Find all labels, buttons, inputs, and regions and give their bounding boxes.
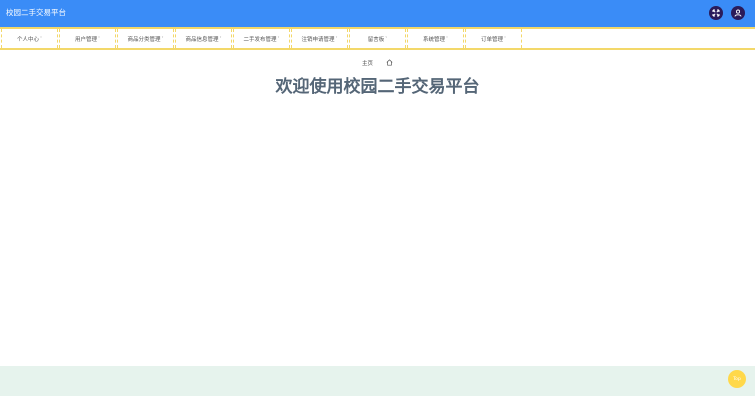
- nav-item-user-management[interactable]: 用户管理 ˅: [59, 29, 116, 48]
- top-header: 校园二手交易平台: [0, 0, 755, 27]
- chevron-down-icon: ˅: [335, 36, 338, 41]
- nav-item-label: 注销申请管理: [301, 36, 335, 43]
- nav-item-secondhand-publish[interactable]: 二手发布管理 ˅: [233, 29, 290, 48]
- chevron-down-icon: ˅: [40, 36, 42, 41]
- home-icon[interactable]: [386, 59, 393, 66]
- nav-item-category-management[interactable]: 商品分类管理 ˅: [117, 29, 174, 48]
- app-title: 校园二手交易平台: [6, 8, 66, 17]
- nav-item-label: 留言板: [367, 36, 385, 43]
- nav-item-message-board[interactable]: 留言板 ˅: [349, 29, 406, 48]
- chevron-down-icon: ˅: [219, 36, 222, 41]
- expand-icon: [712, 9, 720, 17]
- nav-item-label: 系统管理: [422, 36, 445, 43]
- main-nav: 个人中心 ˅ 用户管理 ˅ 商品分类管理 ˅ 商品信息管理 ˅ 二手发布管理 ˅ 注销申请…: [0, 27, 755, 50]
- nav-item-cancellation-requests[interactable]: 注销申请管理 ˅: [291, 29, 348, 48]
- nav-item-label: 商品分类管理: [127, 36, 161, 43]
- back-to-top-button[interactable]: Top: [728, 370, 746, 388]
- chevron-down-icon: ˅: [446, 36, 448, 41]
- nav-item-product-management[interactable]: 商品信息管理 ˅: [175, 29, 232, 48]
- fullscreen-button[interactable]: [709, 6, 723, 20]
- chevron-down-icon: ˅: [161, 36, 164, 41]
- nav-item-label: 个人中心: [16, 36, 39, 43]
- chevron-down-icon: ˅: [385, 36, 388, 41]
- nav-item-label: 订单管理: [480, 36, 503, 43]
- nav-item-label: 用户管理: [74, 36, 97, 43]
- chevron-down-icon: ˅: [504, 36, 506, 41]
- chevron-down-icon: ˅: [98, 36, 100, 41]
- nav-item-order-management[interactable]: 订单管理 ˅: [465, 29, 522, 48]
- chevron-down-icon: ˅: [277, 36, 280, 41]
- nav-item-system-management[interactable]: 系统管理 ˅: [407, 29, 464, 48]
- footer: [0, 366, 755, 396]
- welcome-heading: 欢迎使用校园二手交易平台: [275, 77, 480, 97]
- nav-item-label: 商品信息管理: [185, 36, 219, 43]
- nav-item-label: 二手发布管理: [243, 36, 277, 43]
- user-menu-button[interactable]: [731, 6, 745, 20]
- user-icon: [734, 9, 742, 17]
- breadcrumb-home[interactable]: 主页: [362, 59, 373, 67]
- nav-item-personal-center[interactable]: 个人中心 ˅: [1, 29, 58, 48]
